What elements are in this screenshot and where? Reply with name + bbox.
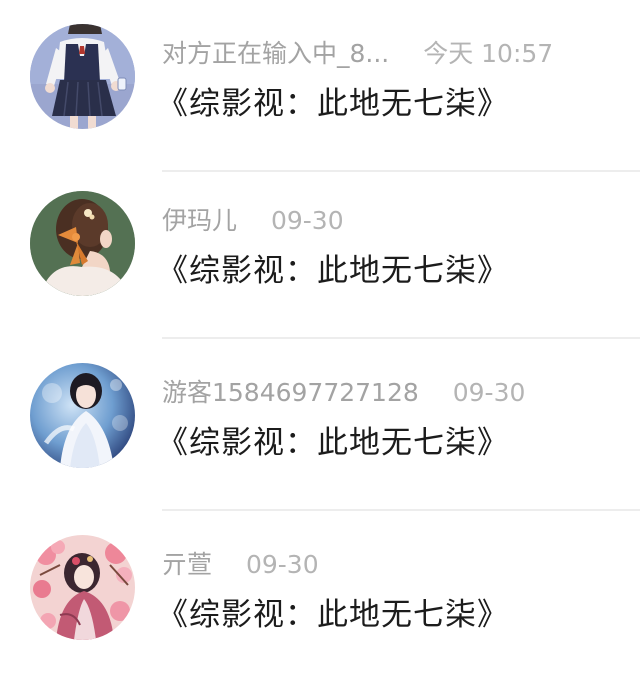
girl-with-bow-avatar-icon[interactable] bbox=[30, 191, 135, 296]
message-time: 09-30 bbox=[245, 550, 319, 579]
woman-in-white-avatar-icon[interactable] bbox=[30, 363, 135, 468]
conversation-meta: 伊玛儿 09-30 bbox=[162, 203, 344, 239]
conversation-meta: 亓萱 09-30 bbox=[162, 547, 319, 583]
conversation-item[interactable]: 对方正在输入中_8... 今天 10:57 《综影视：此地无七柒》 bbox=[0, 0, 640, 172]
contact-name: 伊玛儿 bbox=[162, 206, 238, 235]
conversation-list: 对方正在输入中_8... 今天 10:57 《综影视：此地无七柒》 伊玛儿 09… bbox=[0, 0, 640, 681]
message-time: 09-30 bbox=[452, 378, 526, 407]
message-preview: 《综影视：此地无七柒》 bbox=[157, 253, 509, 289]
contact-name: 游客1584697727128 bbox=[162, 378, 419, 407]
message-time: 09-30 bbox=[270, 206, 344, 235]
schoolgirl-avatar-icon[interactable] bbox=[30, 24, 135, 129]
contact-name: 亓萱 bbox=[162, 550, 213, 579]
conversation-meta: 对方正在输入中_8... 今天 10:57 bbox=[162, 36, 553, 72]
contact-name: 对方正在输入中_8... bbox=[162, 39, 390, 68]
message-preview: 《综影视：此地无七柒》 bbox=[157, 597, 509, 633]
conversation-item[interactable]: 游客1584697727128 09-30 《综影视：此地无七柒》 bbox=[0, 339, 640, 511]
conversation-meta: 游客1584697727128 09-30 bbox=[162, 375, 525, 411]
floral-illustration-avatar-icon[interactable] bbox=[30, 535, 135, 640]
message-preview: 《综影视：此地无七柒》 bbox=[157, 86, 509, 122]
conversation-item[interactable]: 亓萱 09-30 《综影视：此地无七柒》 bbox=[0, 511, 640, 681]
conversation-item[interactable]: 伊玛儿 09-30 《综影视：此地无七柒》 bbox=[0, 167, 640, 339]
message-preview: 《综影视：此地无七柒》 bbox=[157, 425, 509, 461]
message-time: 今天 10:57 bbox=[423, 39, 554, 68]
